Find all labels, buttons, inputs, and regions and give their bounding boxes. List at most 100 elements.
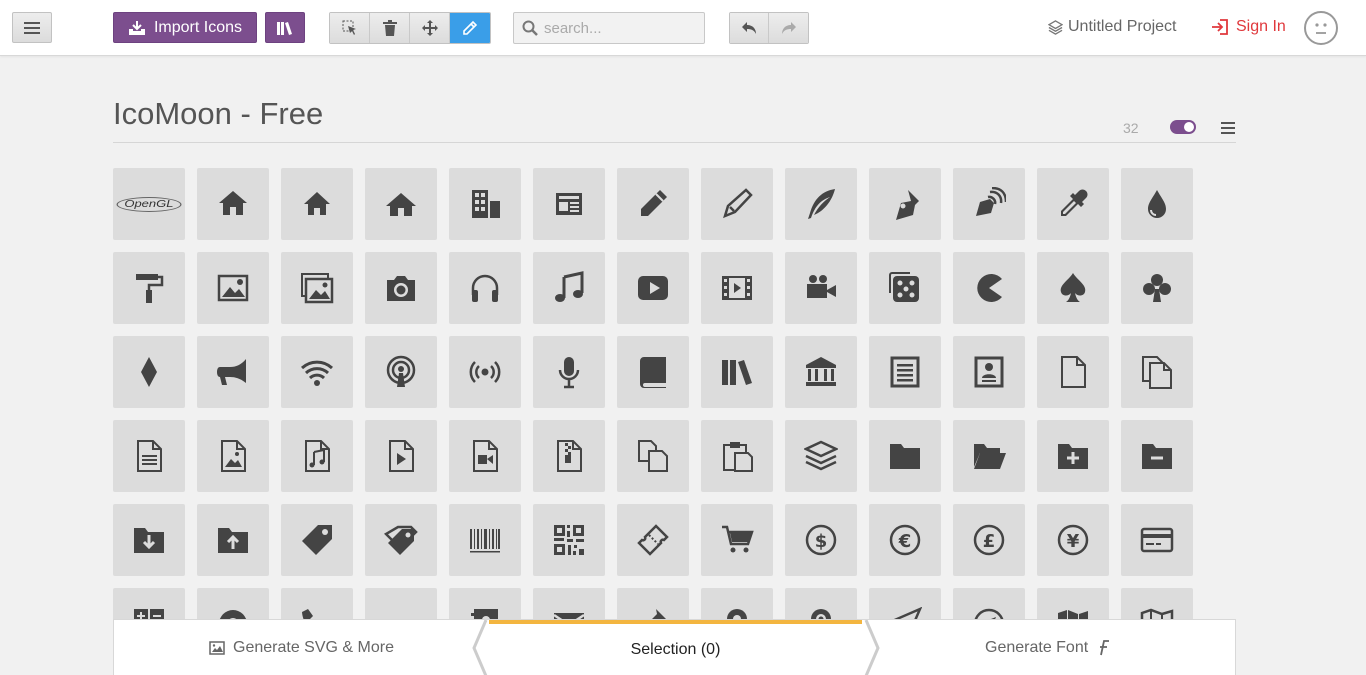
icon-tile-connection[interactable]	[281, 336, 353, 408]
delete-tool-button[interactable]	[370, 13, 410, 43]
icon-tile-credit-card[interactable]	[1121, 504, 1193, 576]
icon-tile-quill[interactable]	[785, 168, 857, 240]
generate-svg-label: Generate SVG & More	[233, 639, 394, 656]
library-button[interactable]	[265, 12, 305, 43]
icon-tile-folder-upload[interactable]	[197, 504, 269, 576]
icon-tile-image[interactable]	[197, 252, 269, 324]
icon-tile-qrcode[interactable]	[533, 504, 605, 576]
icon-tile-price-tag[interactable]	[281, 504, 353, 576]
edit-tool-button[interactable]	[450, 13, 490, 43]
icon-tile-coin-dollar[interactable]: $	[785, 504, 857, 576]
icon-tile-newspaper[interactable]	[533, 168, 605, 240]
eyedropper-icon	[1061, 189, 1088, 216]
icon-tile-eyedropper[interactable]	[1037, 168, 1109, 240]
icon-tile-folder-open[interactable]	[953, 420, 1025, 492]
image-icon	[217, 274, 249, 302]
generate-svg-tab[interactable]: Generate SVG & More	[209, 639, 394, 657]
icon-tile-pencil[interactable]	[617, 168, 689, 240]
icon-tile-folder[interactable]	[869, 420, 941, 492]
icon-tile-opengl[interactable]: OpenGL	[113, 168, 185, 240]
icon-tile-feed[interactable]	[449, 336, 521, 408]
icon-tile-file-text[interactable]	[869, 336, 941, 408]
icon-tile-podcast[interactable]	[365, 336, 437, 408]
icon-tile-file-empty[interactable]	[1037, 336, 1109, 408]
image-icon	[209, 641, 225, 655]
paint-format-icon	[136, 274, 164, 303]
icon-tile-file-picture[interactable]	[197, 420, 269, 492]
icon-tile-coin-euro[interactable]: €	[869, 504, 941, 576]
play-icon	[638, 276, 668, 300]
home-icon	[219, 191, 247, 215]
avatar[interactable]	[1304, 11, 1338, 45]
icon-tile-file-text2[interactable]	[113, 420, 185, 492]
select-cursor-icon	[342, 20, 356, 35]
select-tool-button[interactable]	[330, 13, 370, 43]
icon-tile-music[interactable]	[533, 252, 605, 324]
icon-tile-video-camera[interactable]	[785, 252, 857, 324]
icon-tile-office[interactable]	[449, 168, 521, 240]
icon-tile-paste[interactable]	[701, 420, 773, 492]
icon-tile-file-play[interactable]	[365, 420, 437, 492]
icon-tile-folder-plus[interactable]	[1037, 420, 1109, 492]
pencil-icon	[463, 20, 478, 35]
icon-tile-paint-format[interactable]	[113, 252, 185, 324]
icon-tile-book[interactable]	[617, 336, 689, 408]
selection-tab[interactable]: Selection (0)	[489, 620, 862, 675]
icon-tile-file-zip[interactable]	[533, 420, 605, 492]
search-input[interactable]	[544, 19, 694, 37]
set-visibility-toggle[interactable]	[1170, 120, 1196, 134]
main-menu-button[interactable]	[12, 12, 52, 43]
icon-tile-cart[interactable]	[701, 504, 773, 576]
redo-button[interactable]	[769, 13, 808, 43]
icon-tile-price-tags[interactable]	[365, 504, 437, 576]
icon-tile-files-empty[interactable]	[1121, 336, 1193, 408]
import-icons-button[interactable]: Import Icons	[113, 12, 257, 43]
icon-tile-folder-minus[interactable]	[1121, 420, 1193, 492]
icon-tile-droplet[interactable]	[1121, 168, 1193, 240]
icon-tile-bullhorn[interactable]	[197, 336, 269, 408]
icon-tile-spades[interactable]	[1037, 252, 1109, 324]
icon-tile-diamonds[interactable]	[113, 336, 185, 408]
icon-tile-camera[interactable]	[365, 252, 437, 324]
icon-tile-dice[interactable]	[869, 252, 941, 324]
icon-tile-blog[interactable]	[953, 168, 1025, 240]
icon-tile-books[interactable]	[701, 336, 773, 408]
icon-tile-home2[interactable]	[281, 168, 353, 240]
icon-tile-home3[interactable]	[365, 168, 437, 240]
icon-tile-clubs[interactable]	[1121, 252, 1193, 324]
icon-tile-file-video[interactable]	[449, 420, 521, 492]
icon-tile-profile[interactable]	[953, 336, 1025, 408]
icon-tile-pen[interactable]	[869, 168, 941, 240]
bottom-bar: Generate SVG & More Selection (0) Genera…	[113, 619, 1236, 675]
icon-tile-pacman[interactable]	[953, 252, 1025, 324]
project-selector[interactable]: Untitled Project	[1048, 18, 1177, 36]
generate-font-tab[interactable]: Generate Font	[985, 639, 1110, 657]
icon-tile-library[interactable]	[785, 336, 857, 408]
podcast-icon	[386, 355, 416, 387]
droplet-icon	[1148, 190, 1166, 218]
icon-tile-coin-yen[interactable]: ¥	[1037, 504, 1109, 576]
icon-tile-stack[interactable]	[785, 420, 857, 492]
file-music-icon	[305, 440, 330, 472]
icon-tile-ticket[interactable]	[617, 504, 689, 576]
icon-tile-images[interactable]	[281, 252, 353, 324]
neutral-face-icon	[1315, 23, 1327, 34]
icon-tile-coin-pound[interactable]: £	[953, 504, 1025, 576]
book-icon	[640, 357, 666, 388]
icon-tile-folder-download[interactable]	[113, 504, 185, 576]
set-menu-button[interactable]	[1221, 121, 1235, 139]
icon-tile-mic[interactable]	[533, 336, 605, 408]
file-text2-icon	[137, 440, 162, 472]
icon-tile-film[interactable]	[701, 252, 773, 324]
icon-tile-copy[interactable]	[617, 420, 689, 492]
icon-tile-headphones[interactable]	[449, 252, 521, 324]
icon-tile-file-music[interactable]	[281, 420, 353, 492]
dice-icon	[889, 272, 919, 302]
sign-in-link[interactable]: Sign In	[1211, 18, 1286, 36]
move-tool-button[interactable]	[410, 13, 450, 43]
icon-tile-barcode[interactable]	[449, 504, 521, 576]
icon-tile-play[interactable]	[617, 252, 689, 324]
undo-button[interactable]	[730, 13, 769, 43]
icon-tile-home[interactable]	[197, 168, 269, 240]
icon-tile-pencil2[interactable]	[701, 168, 773, 240]
